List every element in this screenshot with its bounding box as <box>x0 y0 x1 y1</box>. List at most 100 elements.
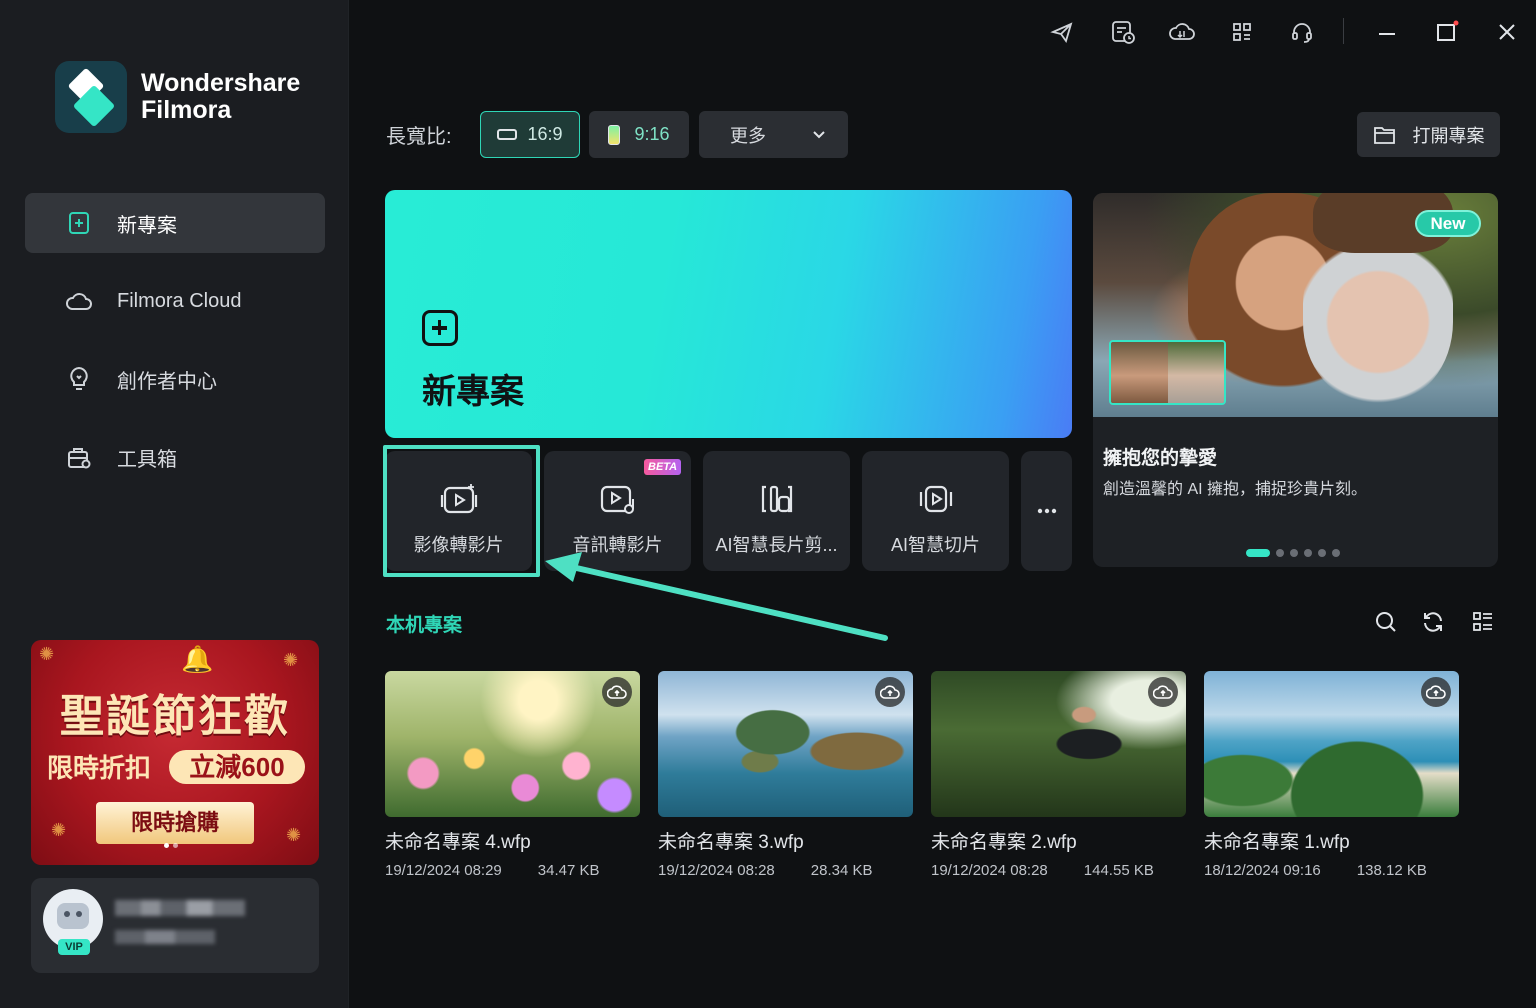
project-size: 34.47 KB <box>537 862 600 879</box>
lightbulb-icon <box>65 365 93 393</box>
brand-name: Wondershare Filmora <box>141 70 300 124</box>
cloud-upload-icon[interactable] <box>875 677 905 707</box>
promo-discount-label: 限時折扣 <box>47 753 152 783</box>
project-date: 18/12/2024 09:16 <box>1204 862 1321 879</box>
aspect-more-dropdown[interactable]: 更多 <box>699 111 848 158</box>
brand-line-1: Wondershare <box>141 69 301 97</box>
feature-title: 擁抱您的摯愛 <box>1103 448 1218 469</box>
aspect-9-16-button[interactable]: 9:16 <box>589 111 689 158</box>
feature-description: 創造溫馨的 AI 擁抱，捕捉珍貴片刻。 <box>1103 481 1368 498</box>
project-thumbnail[interactable] <box>931 671 1186 817</box>
landscape-icon <box>497 129 518 140</box>
project-card[interactable]: 未命名專案 4.wfp 19/12/2024 08:29 34.47 KB <box>385 671 641 879</box>
feature-carousel-dots <box>1246 549 1340 557</box>
sidebar-item-label: 創作者中心 <box>117 370 217 393</box>
promo-title: 聖誕節狂歡 <box>60 692 290 741</box>
aspect-option-label: 16:9 <box>527 124 563 144</box>
project-date: 19/12/2024 08:28 <box>658 862 775 879</box>
new-project-hero-card[interactable]: 新專案 <box>385 190 1072 438</box>
carousel-dot[interactable] <box>1332 549 1340 557</box>
tool-ai-long-video-cut[interactable]: AI智慧長片剪... <box>703 451 850 571</box>
aspect-ratio-label: 長寬比: <box>386 126 452 148</box>
christmas-promo-banner[interactable]: ✺ ✺ ✺ ✺ 🔔 聖誕節狂歡 限時折扣 立減600 限時搶購 <box>31 640 319 865</box>
tool-label: 音訊轉影片 <box>572 535 663 555</box>
tool-label: AI智慧長片剪... <box>715 535 838 555</box>
task-schedule-icon[interactable] <box>1109 18 1137 46</box>
promo-buy-button[interactable]: 限時搶購 <box>96 802 254 844</box>
close-icon[interactable] <box>1493 18 1521 46</box>
project-size: 144.55 KB <box>1083 862 1154 879</box>
add-icon <box>422 310 458 346</box>
pagination-dot[interactable] <box>173 843 178 848</box>
folder-icon <box>1373 125 1397 145</box>
cloud-upload-icon[interactable] <box>602 677 632 707</box>
ai-clip-icon <box>916 481 956 517</box>
sidebar-item-toolbox[interactable]: 工具箱 <box>25 427 325 487</box>
apps-grid-icon[interactable] <box>1228 18 1256 46</box>
project-date: 19/12/2024 08:29 <box>385 862 502 879</box>
sidebar-item-filmora-cloud[interactable]: Filmora Cloud <box>25 271 325 331</box>
sidebar-item-label: Filmora Cloud <box>117 289 242 312</box>
blurred-username <box>115 900 245 916</box>
tool-more-button[interactable] <box>1021 451 1072 571</box>
project-card[interactable]: 未命名專案 3.wfp 19/12/2024 08:28 28.34 KB <box>658 671 914 879</box>
promo-save-badge: 立減600 <box>169 750 305 784</box>
send-feedback-icon[interactable] <box>1048 18 1076 46</box>
sidebar-item-label: 新專案 <box>117 214 177 237</box>
promo-pagination <box>164 843 178 848</box>
project-size: 28.34 KB <box>810 862 873 879</box>
feature-promo-card[interactable]: New 擁抱您的摯愛 創造溫馨的 AI 擁抱，捕捉珍貴片刻。 <box>1093 193 1498 567</box>
firework-icon: ✺ <box>286 825 302 845</box>
carousel-dot[interactable] <box>1318 549 1326 557</box>
vip-badge: VIP <box>58 939 90 955</box>
search-icon[interactable] <box>1373 609 1399 635</box>
carousel-dot[interactable] <box>1304 549 1312 557</box>
project-card[interactable]: 未命名專案 2.wfp 19/12/2024 08:28 144.55 KB <box>931 671 1187 879</box>
filmora-logo-icon <box>55 61 127 133</box>
carousel-dot[interactable] <box>1246 549 1270 557</box>
firework-icon: ✺ <box>283 650 299 670</box>
project-card[interactable]: 未命名專案 1.wfp 18/12/2024 09:16 138.12 KB <box>1204 671 1460 879</box>
audio-to-video-icon <box>598 481 638 517</box>
open-project-button[interactable]: 打開專案 <box>1357 112 1500 157</box>
project-name: 未命名專案 2.wfp <box>931 832 1077 853</box>
new-project-icon <box>65 209 93 237</box>
sidebar-item-label: 工具箱 <box>117 448 177 471</box>
project-date: 19/12/2024 08:28 <box>931 862 1048 879</box>
highlight-box <box>383 445 540 577</box>
user-account-card[interactable]: VIP <box>31 878 319 973</box>
new-badge: New <box>1415 210 1481 237</box>
cloud-upload-icon[interactable] <box>1421 677 1451 707</box>
firework-icon: ✺ <box>51 820 67 840</box>
sidebar-item-new-project[interactable]: 新專案 <box>25 193 325 253</box>
feature-thumbnail <box>1109 340 1226 405</box>
portrait-icon <box>608 124 621 145</box>
cloud-sync-icon[interactable] <box>1168 18 1196 46</box>
project-thumbnail[interactable] <box>385 671 640 817</box>
maximize-icon[interactable] <box>1433 18 1461 46</box>
project-name: 未命名專案 4.wfp <box>385 832 531 853</box>
tool-ai-smart-clip[interactable]: AI智慧切片 <box>862 451 1009 571</box>
firework-icon: ✺ <box>39 644 55 664</box>
toolbox-icon <box>65 443 93 471</box>
carousel-dot[interactable] <box>1290 549 1298 557</box>
project-thumbnail[interactable] <box>1204 671 1459 817</box>
aspect-option-label: 更多 <box>730 125 766 146</box>
brand-line-2: Filmora <box>141 96 232 124</box>
sidebar-item-creator-center[interactable]: 創作者中心 <box>25 349 325 409</box>
tool-audio-to-video[interactable]: BETA 音訊轉影片 <box>544 451 691 571</box>
sidebar: Wondershare Filmora 新專案 Filmora Cloud 創作… <box>0 0 349 1008</box>
support-headset-icon[interactable] <box>1288 18 1316 46</box>
list-view-icon[interactable] <box>1470 609 1496 635</box>
chevron-down-icon <box>812 124 826 145</box>
open-project-label: 打開專案 <box>1412 125 1485 146</box>
aspect-16-9-button[interactable]: 16:9 <box>480 111 580 158</box>
cloud-icon <box>65 287 93 315</box>
cloud-upload-icon[interactable] <box>1148 677 1178 707</box>
minimize-icon[interactable] <box>1373 18 1401 46</box>
pagination-dot[interactable] <box>164 843 169 848</box>
project-thumbnail[interactable] <box>658 671 913 817</box>
refresh-icon[interactable] <box>1420 609 1446 635</box>
carousel-dot[interactable] <box>1276 549 1284 557</box>
bell-icon: 🔔 <box>181 644 214 674</box>
